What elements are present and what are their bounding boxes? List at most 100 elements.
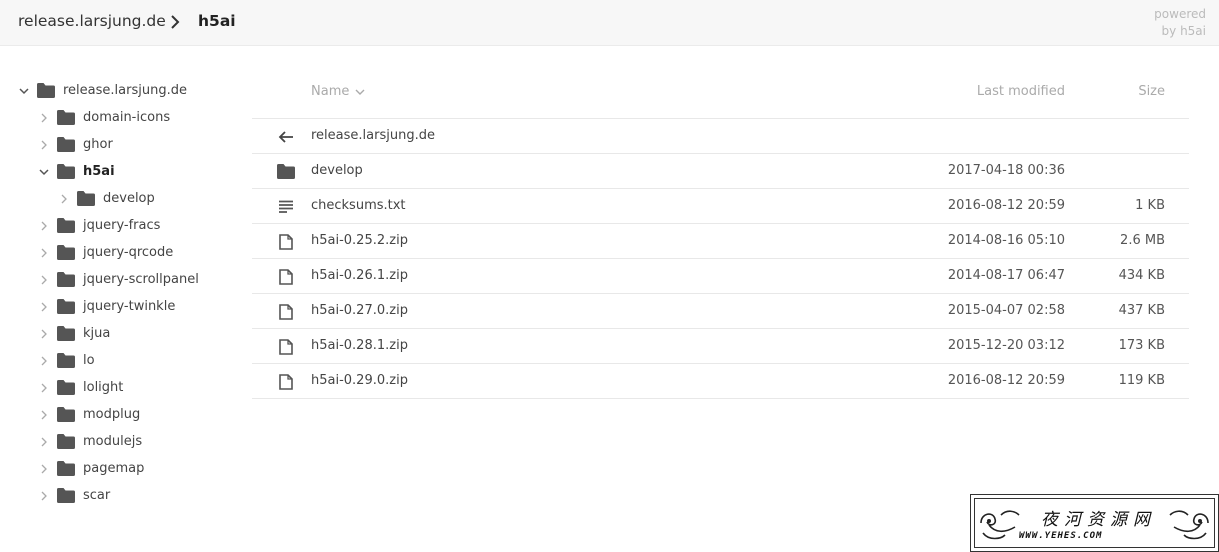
row-modified: 2017-04-18 00:36 bbox=[947, 163, 1065, 178]
tree-item[interactable]: jquery-qrcode bbox=[37, 239, 173, 266]
tree-item-label: develop bbox=[103, 191, 155, 206]
tree-item-label: modulejs bbox=[83, 434, 143, 449]
chevron-right-icon[interactable] bbox=[37, 435, 51, 449]
chevron-right-icon[interactable] bbox=[37, 246, 51, 260]
table-row[interactable]: checksums.txt 2016-08-12 20:59 1 KB bbox=[252, 189, 1189, 224]
tree-item[interactable]: jquery-twinkle bbox=[37, 293, 175, 320]
tree-item[interactable]: kjua bbox=[37, 320, 110, 347]
row-name[interactable]: checksums.txt bbox=[311, 198, 406, 213]
chevron-right-icon[interactable] bbox=[37, 489, 51, 503]
chevron-right-icon[interactable] bbox=[37, 300, 51, 314]
tree-item-label: jquery-scrollpanel bbox=[83, 272, 199, 287]
folder-icon bbox=[57, 326, 75, 341]
chevron-down-icon[interactable] bbox=[37, 165, 51, 179]
folder-icon bbox=[57, 272, 75, 287]
folder-icon bbox=[57, 164, 75, 179]
row-size: 119 KB bbox=[1118, 373, 1165, 388]
row-size: 434 KB bbox=[1118, 268, 1165, 283]
tree-item[interactable]: lolight bbox=[37, 374, 123, 401]
tree-item-label: jquery-fracs bbox=[83, 218, 161, 233]
ornament-right-icon bbox=[1169, 510, 1209, 540]
tree-item-label: jquery-qrcode bbox=[83, 245, 174, 260]
chevron-right-icon[interactable] bbox=[37, 138, 51, 152]
tree-item[interactable]: domain-icons bbox=[37, 104, 170, 131]
listing-header: Name Last modified Size bbox=[252, 73, 1189, 119]
chevron-right-icon[interactable] bbox=[37, 381, 51, 395]
archive-file-icon bbox=[277, 233, 295, 250]
column-size-header[interactable]: Size bbox=[1138, 84, 1165, 99]
row-modified: 2016-08-12 20:59 bbox=[947, 373, 1065, 388]
row-modified: 2015-04-07 02:58 bbox=[947, 303, 1065, 318]
tree-item-label: domain-icons bbox=[83, 110, 171, 125]
watermark-title: 夜河资源网 bbox=[1041, 510, 1156, 530]
table-row[interactable]: h5ai-0.29.0.zip 2016-08-12 20:59 119 KB bbox=[252, 364, 1189, 399]
table-row[interactable]: h5ai-0.27.0.zip 2015-04-07 02:58 437 KB bbox=[252, 294, 1189, 329]
tree-item-label: modplug bbox=[83, 407, 141, 422]
tree-item[interactable]: lo bbox=[37, 347, 95, 374]
row-name[interactable]: h5ai-0.25.2.zip bbox=[311, 233, 408, 248]
row-size: 173 KB bbox=[1118, 338, 1165, 353]
folder-icon bbox=[57, 110, 75, 125]
tree-item[interactable]: jquery-fracs bbox=[37, 212, 160, 239]
table-row[interactable]: h5ai-0.26.1.zip 2014-08-17 06:47 434 KB bbox=[252, 259, 1189, 294]
ornament-left-icon bbox=[980, 510, 1020, 540]
powered-by-link[interactable]: powered by h5ai bbox=[1154, 6, 1206, 40]
tree-item-label: scar bbox=[83, 488, 111, 503]
tree-item[interactable]: jquery-scrollpanel bbox=[37, 266, 199, 293]
column-modified-header[interactable]: Last modified bbox=[977, 84, 1065, 99]
row-size: 437 KB bbox=[1118, 303, 1165, 318]
row-name[interactable]: h5ai-0.28.1.zip bbox=[311, 338, 408, 353]
tree-item[interactable]: modplug bbox=[37, 401, 140, 428]
row-name[interactable]: h5ai-0.26.1.zip bbox=[311, 268, 408, 283]
row-modified: 2014-08-17 06:47 bbox=[947, 268, 1065, 283]
archive-file-icon bbox=[277, 303, 295, 320]
chevron-right-icon[interactable] bbox=[37, 327, 51, 341]
tree-item[interactable]: pagemap bbox=[37, 455, 144, 482]
tree-item[interactable]: scar bbox=[37, 482, 110, 509]
table-row[interactable]: release.larsjung.de bbox=[252, 119, 1189, 154]
row-size: 2.6 MB bbox=[1120, 233, 1165, 248]
tree-item-label: ghor bbox=[83, 137, 113, 152]
table-row[interactable]: h5ai-0.25.2.zip 2014-08-16 05:10 2.6 MB bbox=[252, 224, 1189, 259]
sort-chevron-down-icon bbox=[355, 89, 365, 95]
folder-icon bbox=[57, 380, 75, 395]
folder-icon bbox=[57, 488, 75, 503]
chevron-right-icon[interactable] bbox=[37, 462, 51, 476]
breadcrumb-root[interactable]: release.larsjung.de bbox=[18, 12, 166, 30]
powered-line2: by h5ai bbox=[1161, 24, 1206, 38]
tree-item-label: release.larsjung.de bbox=[63, 83, 187, 98]
folder-icon bbox=[77, 191, 95, 206]
tree-item[interactable]: develop bbox=[57, 185, 155, 212]
chevron-right-icon[interactable] bbox=[37, 408, 51, 422]
tree-item[interactable]: h5ai bbox=[37, 158, 115, 185]
file-listing: Name Last modified Size release.larsjung… bbox=[252, 73, 1189, 399]
folder-icon bbox=[37, 83, 55, 98]
tree-item[interactable]: ghor bbox=[37, 131, 113, 158]
column-name-header[interactable]: Name bbox=[311, 84, 365, 99]
chevron-right-icon[interactable] bbox=[37, 111, 51, 125]
tree-item-label: lo bbox=[83, 353, 95, 368]
chevron-right-icon[interactable] bbox=[37, 219, 51, 233]
archive-file-icon bbox=[277, 373, 295, 390]
back-arrow-icon bbox=[277, 128, 295, 145]
tree-item[interactable]: release.larsjung.de bbox=[17, 77, 187, 104]
table-row[interactable]: develop 2017-04-18 00:36 bbox=[252, 154, 1189, 189]
chevron-right-icon[interactable] bbox=[57, 192, 71, 206]
row-modified: 2015-12-20 03:12 bbox=[947, 338, 1065, 353]
tree-item[interactable]: modulejs bbox=[37, 428, 142, 455]
row-name[interactable]: release.larsjung.de bbox=[311, 128, 435, 143]
top-bar: release.larsjung.de h5ai powered by h5ai bbox=[0, 0, 1219, 46]
row-modified: 2014-08-16 05:10 bbox=[947, 233, 1065, 248]
breadcrumb-current[interactable]: h5ai bbox=[198, 12, 236, 30]
chevron-right-icon[interactable] bbox=[37, 354, 51, 368]
folder-icon bbox=[57, 218, 75, 233]
chevron-down-icon[interactable] bbox=[17, 84, 31, 98]
row-name[interactable]: h5ai-0.27.0.zip bbox=[311, 303, 408, 318]
table-row[interactable]: h5ai-0.28.1.zip 2015-12-20 03:12 173 KB bbox=[252, 329, 1189, 364]
chevron-right-icon[interactable] bbox=[37, 273, 51, 287]
row-name[interactable]: h5ai-0.29.0.zip bbox=[311, 373, 408, 388]
row-name[interactable]: develop bbox=[311, 163, 363, 178]
row-size: 1 KB bbox=[1135, 198, 1165, 213]
watermark-url: WWW.YEHES.COM bbox=[1019, 531, 1103, 541]
row-modified: 2016-08-12 20:59 bbox=[947, 198, 1065, 213]
